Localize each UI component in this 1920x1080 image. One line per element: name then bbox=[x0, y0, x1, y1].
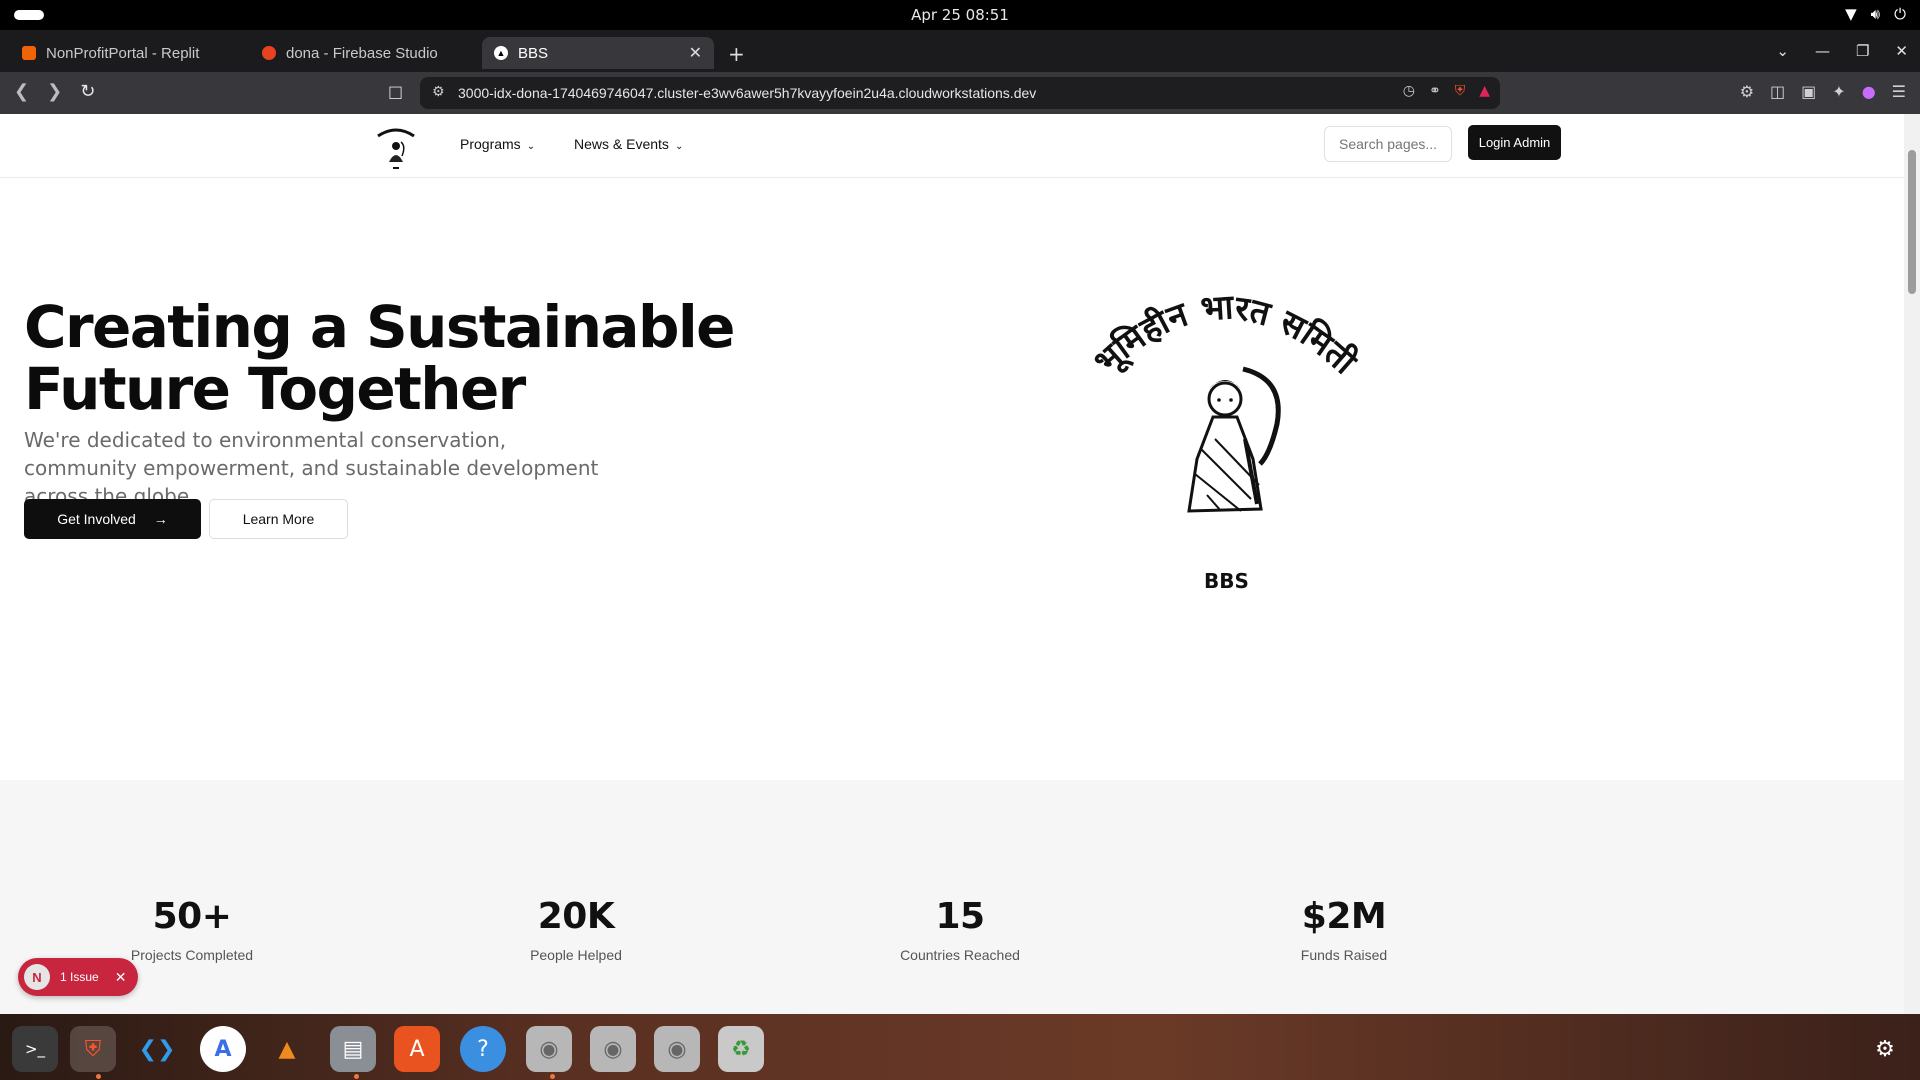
stat-value: 20K bbox=[537, 896, 615, 937]
extensions-icon[interactable]: ⚙ bbox=[1740, 82, 1754, 101]
brave-shield-icon[interactable]: ⛨ bbox=[1455, 83, 1466, 99]
new-tab-button[interactable]: + bbox=[728, 42, 745, 66]
minimize-icon[interactable]: — bbox=[1815, 42, 1830, 60]
volume-icon[interactable]: 🔊︎ bbox=[1871, 5, 1880, 23]
disc-icon[interactable]: ◉ bbox=[654, 1026, 700, 1072]
extension-icons: ⚙ ◫ ▣ ✦ ● ☰ bbox=[1740, 82, 1906, 101]
disc-icon[interactable]: ◉ bbox=[590, 1026, 636, 1072]
files-icon[interactable]: ▤ bbox=[330, 1026, 376, 1072]
stat-funds: $2M Funds Raised bbox=[1224, 896, 1464, 963]
tab-replit[interactable]: NonProfitPortal - Replit bbox=[10, 37, 240, 69]
running-indicator bbox=[550, 1074, 555, 1079]
address-bar-actions: ◷ ⚭ ⛨ ▲ bbox=[1403, 83, 1490, 99]
stat-countries: 15 Countries Reached bbox=[840, 896, 1080, 963]
history-icon[interactable]: ◷ bbox=[1403, 83, 1415, 99]
back-icon[interactable]: ❮ bbox=[14, 81, 29, 102]
close-icon[interactable]: ✕ bbox=[689, 43, 702, 63]
logo-caption: BBS bbox=[1204, 569, 1249, 593]
wallet-icon[interactable]: ▣ bbox=[1801, 82, 1816, 101]
power-icon[interactable]: ⏻ bbox=[1894, 5, 1906, 23]
brave-icon[interactable]: ⛨ bbox=[70, 1026, 116, 1072]
avatar: N bbox=[24, 964, 50, 990]
stat-projects: 50+ Projects Completed bbox=[72, 896, 312, 963]
vpn-icon[interactable]: ● bbox=[1862, 82, 1876, 101]
leo-icon[interactable]: ✦ bbox=[1832, 82, 1845, 101]
system-tray[interactable]: ▼ 🔊︎ ⏻ bbox=[1845, 5, 1906, 23]
stat-people: 20K People Helped bbox=[456, 896, 696, 963]
page-scrollbar[interactable] bbox=[1904, 114, 1920, 1014]
chevron-down-icon: ⌄ bbox=[674, 141, 684, 152]
share-icon[interactable]: ⚭ bbox=[1429, 83, 1441, 99]
bookmark-icon[interactable]: □ bbox=[388, 82, 403, 101]
os-top-bar: Apr 25 08:51 ▼ 🔊︎ ⏻ bbox=[0, 0, 1920, 30]
taskbar-dock: >_ ⛨ ❮❯ A ▲ ▤ A ? ◉ ◉ ◉ ♻ ⚙ bbox=[0, 1014, 1920, 1080]
wifi-icon[interactable]: ▼ bbox=[1845, 5, 1857, 23]
disc-icon[interactable]: ◉ bbox=[526, 1026, 572, 1072]
triangle-icon: ▲ bbox=[494, 46, 508, 60]
android-studio-icon[interactable]: A bbox=[200, 1026, 246, 1072]
nav-buttons: ❮ ❯ ↻ bbox=[14, 81, 95, 102]
rewards-icon[interactable]: ▲ bbox=[1479, 83, 1490, 99]
arrow-right-icon: → bbox=[153, 511, 168, 527]
url-text[interactable]: 3000-idx-dona-1740469746047.cluster-e3wv… bbox=[458, 85, 1036, 101]
address-bar[interactable]: ⚙ 3000-idx-dona-1740469746047.cluster-e3… bbox=[420, 77, 1500, 109]
window-controls: ⌄ — ❐ ✕ bbox=[1776, 42, 1908, 60]
stat-label: Funds Raised bbox=[1300, 947, 1388, 963]
help-icon[interactable]: ? bbox=[460, 1026, 506, 1072]
hero-title: Creating a Sustainable Future Together bbox=[24, 293, 735, 423]
stat-label: Countries Reached bbox=[900, 947, 1020, 963]
hero-logo: भूमिहीन भारत समिती bbox=[1086, 287, 1365, 513]
vscode-icon[interactable]: ❮❯ bbox=[134, 1026, 180, 1072]
terminal-icon[interactable]: >_ bbox=[12, 1026, 58, 1072]
menu-programs[interactable]: Programs ⌄ bbox=[460, 136, 535, 152]
trash-icon[interactable]: ♻ bbox=[718, 1026, 764, 1072]
scrollbar-thumb[interactable] bbox=[1908, 150, 1916, 294]
restore-icon[interactable]: ❐ bbox=[1856, 42, 1869, 60]
stat-value: 50+ bbox=[152, 896, 232, 937]
page-viewport: Programs⌄ News & Events⌄ Login Admin Cre… bbox=[0, 114, 1904, 1014]
issue-count: 1 Issue bbox=[60, 970, 99, 984]
close-icon[interactable]: ✕ bbox=[115, 969, 127, 986]
hero-subtitle: We're dedicated to environmental conserv… bbox=[24, 428, 599, 508]
learn-more-button[interactable]: Learn More bbox=[209, 499, 348, 539]
issues-badge[interactable]: N 1 Issue ✕ bbox=[18, 958, 138, 996]
menu-news-events[interactable]: News & Events ⌄ bbox=[574, 136, 683, 152]
browser-tab-bar: NonProfitPortal - Replit dona - Firebase… bbox=[0, 30, 1920, 72]
tab-title: NonProfitPortal - Replit bbox=[46, 44, 200, 62]
browser-toolbar: ❮ ❯ ↻ □ ⚙ 3000-idx-dona-1740469746047.cl… bbox=[0, 72, 1920, 114]
chevron-down-icon[interactable]: ⌄ bbox=[1776, 42, 1789, 60]
site-logo[interactable] bbox=[370, 120, 422, 172]
logo-devanagari-text: भूमिहीन भारत समिती bbox=[1086, 287, 1365, 384]
stat-value: $2M bbox=[1301, 896, 1387, 937]
tab-bbs[interactable]: ▲ BBS ✕ bbox=[482, 37, 714, 69]
running-indicator bbox=[96, 1074, 101, 1079]
reload-icon[interactable]: ↻ bbox=[80, 81, 95, 102]
system-clock[interactable]: Apr 25 08:51 bbox=[0, 6, 1920, 24]
site-settings-icon[interactable]: ⚙ bbox=[432, 84, 445, 100]
search-input[interactable] bbox=[1324, 126, 1452, 162]
login-admin-button[interactable]: Login Admin bbox=[1468, 125, 1561, 160]
site-header: Programs⌄ News & Events⌄ Login Admin bbox=[0, 114, 1904, 178]
get-involved-button[interactable]: Get Involved → bbox=[24, 499, 201, 539]
firebase-icon bbox=[262, 46, 276, 60]
tab-firebase[interactable]: dona - Firebase Studio bbox=[250, 37, 480, 69]
sidebar-icon[interactable]: ◫ bbox=[1770, 82, 1785, 101]
close-icon[interactable]: ✕ bbox=[1895, 42, 1908, 60]
stats-section: 50+ Projects Completed 20K People Helped… bbox=[0, 780, 1904, 1014]
stat-value: 15 bbox=[935, 896, 985, 937]
vlc-icon[interactable]: ▲ bbox=[264, 1026, 310, 1072]
menu-icon[interactable]: ☰ bbox=[1892, 82, 1906, 101]
chevron-down-icon: ⌄ bbox=[526, 141, 536, 152]
stat-label: People Helped bbox=[530, 947, 622, 963]
tab-title: dona - Firebase Studio bbox=[286, 44, 438, 62]
woman-with-sickle-illustration bbox=[1187, 366, 1281, 513]
tab-title: BBS bbox=[518, 44, 549, 62]
replit-icon bbox=[22, 46, 36, 60]
running-indicator bbox=[354, 1074, 359, 1079]
show-apps-icon[interactable]: ⚙ bbox=[1862, 1026, 1908, 1072]
forward-icon[interactable]: ❯ bbox=[47, 81, 62, 102]
app-center-icon[interactable]: A bbox=[394, 1026, 440, 1072]
